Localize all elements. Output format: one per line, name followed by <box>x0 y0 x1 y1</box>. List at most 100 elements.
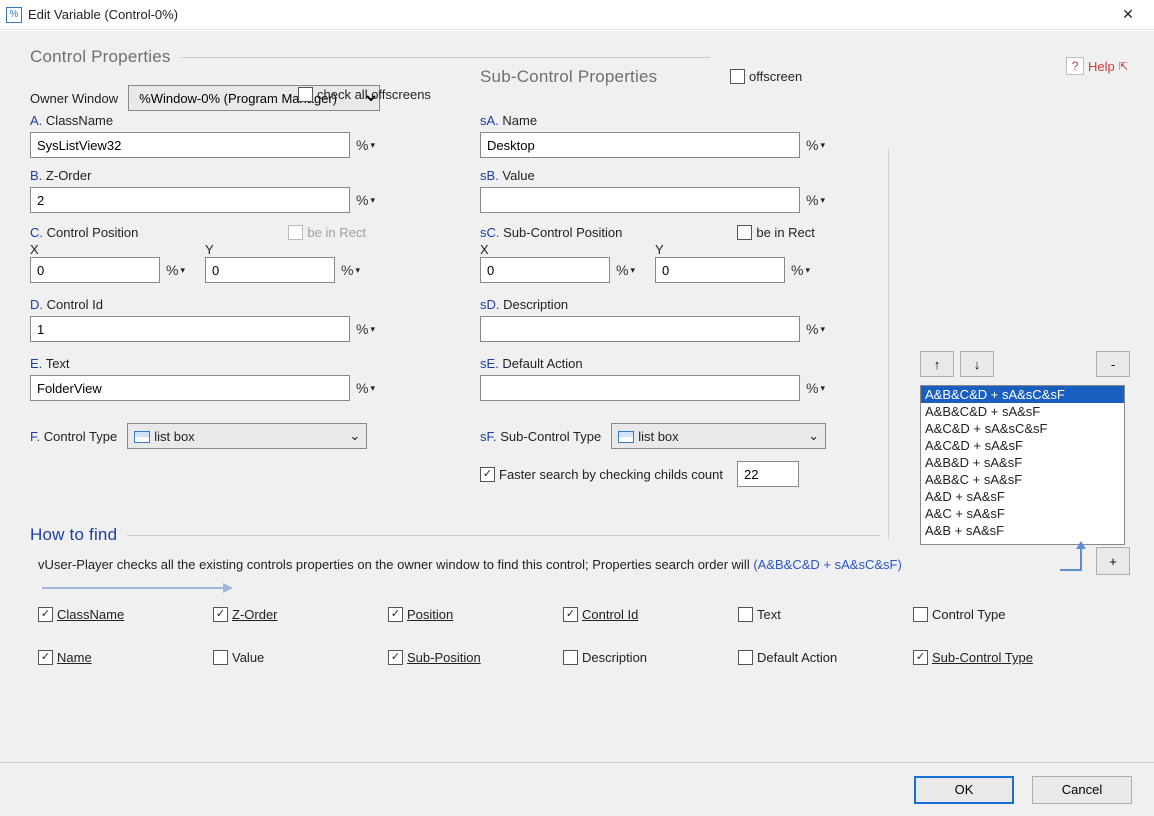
move-up-button[interactable]: ↑ <box>920 351 954 377</box>
sA-pct-menu[interactable]: % ▾ <box>806 137 825 153</box>
E-prefix: E. <box>30 356 42 371</box>
chk-value-label: Value <box>232 650 264 665</box>
sC-Y-label: Y <box>655 242 810 257</box>
checkbox-icon <box>288 225 303 240</box>
C-Y-label: Y <box>205 242 360 257</box>
sC-prefix: sC. <box>480 225 500 240</box>
divider <box>127 535 880 536</box>
help-link[interactable]: ? Help ⇱ <box>1066 57 1128 75</box>
sub-pos-y-input[interactable] <box>655 257 785 283</box>
formula-item[interactable]: A&D + sA&sF <box>921 488 1124 505</box>
D-label: Control Id <box>47 297 103 312</box>
sub-name-input[interactable] <box>480 132 800 158</box>
checkbox-icon: ✓ <box>38 650 53 665</box>
scy-pct-menu[interactable]: % ▾ <box>791 262 810 278</box>
sB-pct-menu[interactable]: % ▾ <box>806 192 825 208</box>
sB-label: Value <box>502 168 534 183</box>
chk-subcontroltype[interactable]: ✓Sub-Control Type <box>913 650 1088 665</box>
checkbox-icon: ✓ <box>388 607 403 622</box>
popout-icon: ⇱ <box>1119 60 1128 73</box>
text-input[interactable] <box>30 375 350 401</box>
chk-zorder[interactable]: ✓Z-Order <box>213 607 388 622</box>
formula-item[interactable]: A&B&C&D + sA&sF <box>921 403 1124 420</box>
caret-down-icon: ▾ <box>820 195 825 206</box>
caret-down-icon: ▾ <box>370 383 375 394</box>
sA-prefix: sA. <box>480 113 499 128</box>
sF-label: Sub-Control Type <box>500 429 601 444</box>
faster-search-checkbox[interactable]: ✓ Faster search by checking childs count <box>480 467 723 482</box>
chk-name[interactable]: ✓Name <box>38 650 213 665</box>
sD-prefix: sD. <box>480 297 500 312</box>
classname-input[interactable] <box>30 132 350 158</box>
sub-control-type-combo[interactable]: list box ⌄ <box>611 423 826 449</box>
move-down-button[interactable]: ↓ <box>960 351 994 377</box>
sub-description-input[interactable] <box>480 316 800 342</box>
control-pos-x-input[interactable] <box>30 257 160 283</box>
zorder-input[interactable] <box>30 187 350 213</box>
join-arrow-icon <box>1060 541 1090 571</box>
chk-defaultaction[interactable]: Default Action <box>738 650 913 665</box>
chk-description[interactable]: Description <box>563 650 738 665</box>
cancel-button[interactable]: Cancel <box>1032 776 1132 804</box>
sE-pct-menu[interactable]: % ▾ <box>806 380 825 396</box>
formula-item[interactable]: A&B&C&D + sA&sC&sF <box>921 386 1124 403</box>
offscreen-checkbox[interactable]: offscreen <box>730 69 802 84</box>
listbox-icon <box>618 431 634 443</box>
cy-pct-menu[interactable]: % ▾ <box>341 262 360 278</box>
chk-controltype-label: Control Type <box>932 607 1005 622</box>
childs-count-input[interactable] <box>737 461 799 487</box>
checkbox-icon: ✓ <box>563 607 578 622</box>
formula-item[interactable]: A&C + sA&sF <box>921 505 1124 522</box>
chk-controltype[interactable]: Control Type <box>913 607 1088 622</box>
check-all-offscreens-checkbox[interactable]: check all offscreens <box>298 87 431 102</box>
control-pos-y-input[interactable] <box>205 257 335 283</box>
be-in-rect-checkbox-sC[interactable]: be in Rect <box>737 225 815 240</box>
checkbox-icon <box>913 607 928 622</box>
zorder-pct-menu[interactable]: % ▾ <box>356 192 375 208</box>
chk-position[interactable]: ✓ Position <box>388 607 563 622</box>
classname-pct-menu[interactable]: % ▾ <box>356 137 375 153</box>
chk-classname[interactable]: ✓ClassName <box>38 607 213 622</box>
chk-subposition[interactable]: ✓Sub-Position <box>388 650 563 665</box>
checkbox-icon: ✓ <box>213 607 228 622</box>
control-type-combo[interactable]: list box ⌄ <box>127 423 367 449</box>
close-button[interactable]: ✕ <box>1108 1 1148 29</box>
sub-control-type-value: list box <box>638 429 678 444</box>
formula-item[interactable]: A&B&C + sA&sF <box>921 471 1124 488</box>
formula-item[interactable]: A&C&D + sA&sF <box>921 437 1124 454</box>
text-pct-menu[interactable]: % ▾ <box>356 380 375 396</box>
caret-down-icon: ▾ <box>370 195 375 206</box>
sub-default-action-input[interactable] <box>480 375 800 401</box>
chk-text[interactable]: Text <box>738 607 913 622</box>
C-label: Control Position <box>47 225 139 240</box>
divider <box>181 57 710 58</box>
checkbox-icon <box>563 650 578 665</box>
formula-item[interactable]: A&B&D + sA&sF <box>921 454 1124 471</box>
caret-down-icon: ▾ <box>355 265 360 276</box>
chk-position-label: Position <box>407 607 453 622</box>
sD-pct-menu[interactable]: % ▾ <box>806 321 825 337</box>
remove-button[interactable]: - <box>1096 351 1130 377</box>
C-X-label: X <box>30 242 185 257</box>
checkbox-icon: ✓ <box>388 650 403 665</box>
chk-text-label: Text <box>757 607 781 622</box>
chk-controlid[interactable]: ✓Control Id <box>563 607 738 622</box>
sC-X-label: X <box>480 242 635 257</box>
caret-down-icon: ⌄ <box>808 428 819 444</box>
ok-button[interactable]: OK <box>914 776 1014 804</box>
formula-listbox[interactable]: A&B&C&D + sA&sC&sFA&B&C&D + sA&sFA&C&D +… <box>920 385 1125 545</box>
C-prefix: C. <box>30 225 43 240</box>
chk-value[interactable]: Value <box>213 650 388 665</box>
formula-item[interactable]: A&C&D + sA&sC&sF <box>921 420 1124 437</box>
cx-pct-menu[interactable]: % ▾ <box>166 262 185 278</box>
scx-pct-menu[interactable]: % ▾ <box>616 262 635 278</box>
sub-value-input[interactable] <box>480 187 800 213</box>
checkbox-icon: ✓ <box>480 467 495 482</box>
sub-pos-x-input[interactable] <box>480 257 610 283</box>
add-button[interactable]: + <box>1096 547 1130 575</box>
formula-item[interactable]: A&B + sA&sF <box>921 522 1124 539</box>
F-label: Control Type <box>44 429 117 444</box>
control-id-input[interactable] <box>30 316 350 342</box>
controlid-pct-menu[interactable]: % ▾ <box>356 321 375 337</box>
sA-label: Name <box>502 113 537 128</box>
